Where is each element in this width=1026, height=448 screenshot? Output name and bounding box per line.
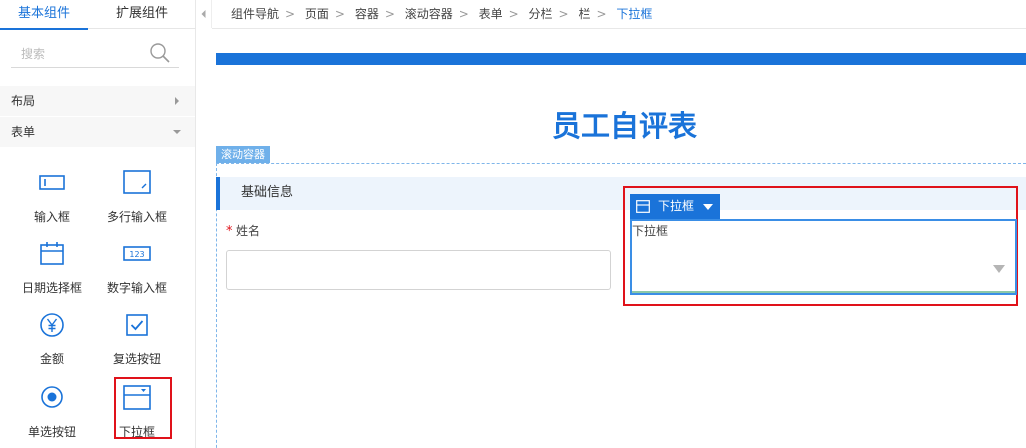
component-input[interactable]: 输入框: [12, 170, 92, 230]
breadcrumb-separator-icon: >: [458, 7, 469, 21]
breadcrumb-current: 下拉框: [616, 7, 653, 21]
search-icon[interactable]: [149, 42, 171, 64]
dropdown-chip-label: 下拉框: [658, 199, 695, 213]
chevron-left-icon: [201, 10, 206, 18]
breadcrumb-separator-icon: >: [285, 7, 296, 21]
breadcrumb-item[interactable]: 组件导航: [231, 0, 279, 28]
component-checkbox[interactable]: 复选按钮: [97, 312, 177, 372]
component-label: 复选按钮: [112, 352, 161, 366]
group-form[interactable]: 表单: [0, 117, 195, 147]
number-input-icon: 123: [123, 246, 151, 261]
scroll-container-tag[interactable]: 滚动容器: [216, 146, 270, 163]
component-label: 多行输入框: [106, 210, 167, 224]
group-layout[interactable]: 布局: [0, 86, 195, 116]
caret-down-icon: [703, 204, 713, 210]
collapse-panel-button[interactable]: [196, 0, 212, 28]
breadcrumb-separator-icon: >: [384, 7, 395, 21]
component-panel: 基本组件 扩展组件 布局 表单 输入框 多行输入框: [0, 0, 196, 448]
page-title: 员工自评表: [552, 109, 698, 143]
component-label: 数字输入框: [106, 281, 167, 295]
number-input-icon-text: 123: [129, 250, 144, 259]
search-input[interactable]: [11, 40, 151, 68]
breadcrumb-item[interactable]: 分栏: [529, 0, 553, 28]
breadcrumb: 组件导航 > 页面 > 容器 > 滚动容器 > 表单 > 分栏 > 栏 > 下拉框: [212, 0, 1026, 29]
textarea-icon: [123, 170, 151, 194]
chevron-down-icon: [173, 130, 181, 134]
tab-extended-components[interactable]: 扩展组件: [88, 0, 196, 29]
tab-basic-components[interactable]: 基本组件: [0, 0, 88, 30]
calendar-icon: [40, 242, 64, 265]
dropdown-component-chip[interactable]: 下拉框: [630, 194, 720, 219]
group-form-label: 表单: [11, 125, 36, 139]
breadcrumb-item[interactable]: 滚动容器: [405, 0, 453, 28]
breadcrumb-item[interactable]: 栏: [578, 0, 590, 28]
component-radio[interactable]: 单选按钮: [12, 385, 92, 445]
dropdown-field-label: 下拉框: [632, 224, 669, 238]
component-textarea[interactable]: 多行输入框: [97, 170, 177, 230]
chevron-down-icon: [993, 265, 1005, 273]
breadcrumb-separator-icon: >: [508, 7, 519, 21]
radio-icon: [41, 386, 63, 408]
name-input[interactable]: [226, 250, 611, 290]
form-header-bar: [216, 53, 1026, 65]
component-amount[interactable]: 金额: [12, 312, 92, 372]
group-layout-label: 布局: [11, 94, 36, 108]
input-box-icon: [39, 175, 65, 190]
component-date-picker[interactable]: 日期选择框: [12, 241, 92, 301]
component-number-input[interactable]: 123 数字输入框: [97, 241, 177, 301]
dropdown-component-highlight: [114, 377, 172, 439]
breadcrumb-item[interactable]: 表单: [479, 0, 503, 28]
breadcrumb-separator-icon: >: [558, 7, 569, 21]
breadcrumb-separator-icon: >: [334, 7, 345, 21]
breadcrumb-item[interactable]: 容器: [355, 0, 379, 28]
panel-tabs: 基本组件 扩展组件: [0, 0, 196, 30]
section-title: 基础信息: [241, 185, 294, 200]
dropdown-icon: [636, 200, 650, 213]
breadcrumb-separator-icon: >: [596, 7, 607, 21]
search-box: [11, 40, 179, 68]
dropdown-select[interactable]: [632, 240, 1015, 293]
breadcrumb-item[interactable]: 页面: [305, 0, 329, 28]
name-field-label: 姓名: [236, 224, 261, 238]
design-canvas: 员工自评表 滚动容器 基础信息 * 姓名 下拉框 下拉框: [212, 29, 1026, 448]
yen-icon: [40, 313, 64, 337]
checkbox-icon: [126, 314, 148, 336]
chevron-right-icon: [175, 97, 179, 105]
required-mark: *: [226, 224, 233, 239]
